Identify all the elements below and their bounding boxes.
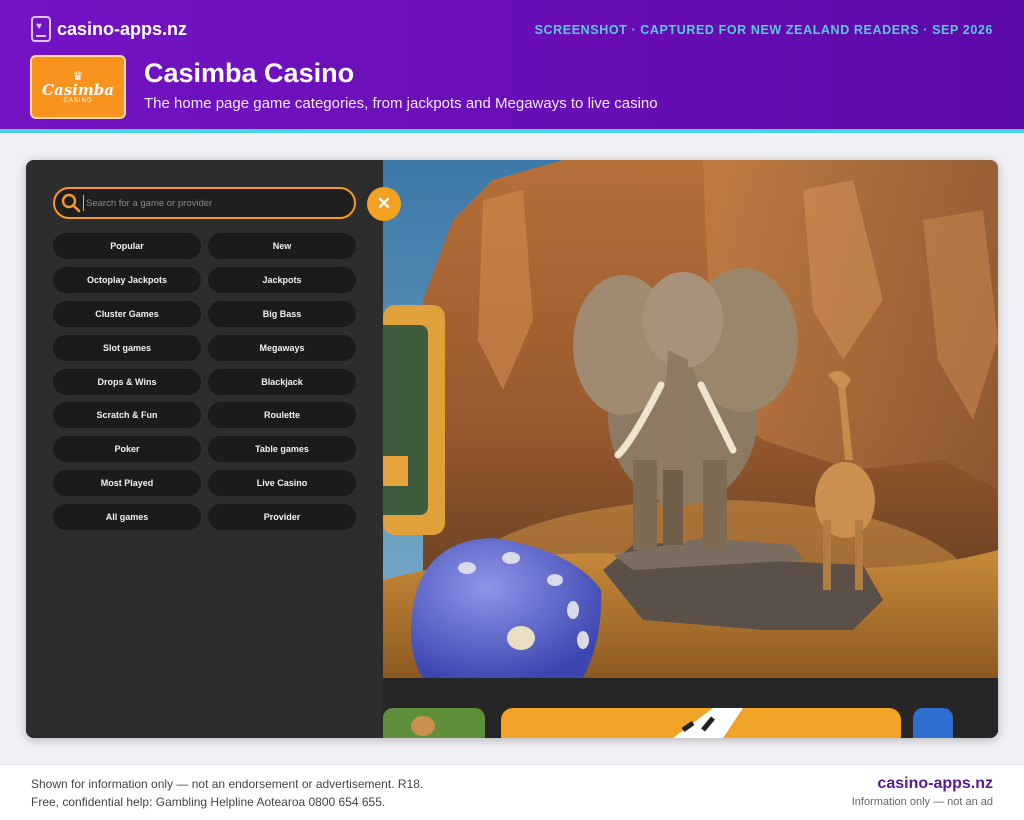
category-big-bass[interactable]: Big Bass [208, 301, 356, 327]
category-scratch-fun[interactable]: Scratch & Fun [53, 402, 201, 428]
phone-heart-icon: ♥ [31, 16, 51, 42]
category-all-games[interactable]: All games [53, 504, 201, 530]
category-drops-wins[interactable]: Drops & Wins [53, 369, 201, 395]
category-most-played[interactable]: Most Played [53, 470, 201, 496]
category-provider[interactable]: Provider [208, 504, 356, 530]
category-megaways[interactable]: Megaways [208, 335, 356, 361]
footer-tagline: Information only — not an ad [851, 796, 993, 808]
page-header: ♥ casino-apps.nz SCREENSHOT · CAPTURED F… [0, 0, 1024, 129]
page-subtitle: The home page game categories, from jack… [144, 95, 658, 112]
category-popular[interactable]: Popular [53, 233, 201, 259]
game-thumbnail-strip [383, 678, 998, 738]
site-brand[interactable]: ♥ casino-apps.nz [31, 16, 187, 42]
category-poker[interactable]: Poker [53, 436, 201, 462]
page-title: Casimba Casino [144, 58, 355, 88]
category-cluster-games[interactable]: Cluster Games [53, 301, 201, 327]
header-divider [0, 129, 1024, 133]
category-slot-games[interactable]: Slot games [53, 335, 201, 361]
category-roulette[interactable]: Roulette [208, 402, 356, 428]
site-name: casino-apps.nz [57, 18, 188, 39]
footer-disclaimer: Shown for information only — not an endo… [31, 777, 424, 791]
search-field[interactable] [53, 187, 356, 219]
logo-wordmark: Casimba [42, 81, 114, 99]
footer-site-name[interactable]: casino-apps.nz [877, 775, 993, 793]
category-blackjack[interactable]: Blackjack [208, 369, 356, 395]
game-artwork [383, 160, 998, 678]
category-new[interactable]: New [208, 233, 356, 259]
category-menu: Popular New Octoplay Jackpots Jackpots C… [26, 160, 383, 738]
casino-logo: ♛ Casimba CASINO [30, 55, 126, 119]
category-table-games[interactable]: Table games [208, 436, 356, 462]
category-octoplay-jackpots[interactable]: Octoplay Jackpots [53, 267, 201, 293]
category-jackpots[interactable]: Jackpots [208, 267, 356, 293]
search-input[interactable] [83, 195, 348, 211]
page-footer: Shown for information only — not an endo… [0, 764, 1024, 820]
category-live-casino[interactable]: Live Casino [208, 470, 356, 496]
logo-subtext: CASINO [63, 98, 93, 104]
search-icon [61, 193, 81, 213]
close-icon[interactable]: ✕ [367, 187, 401, 221]
footer-helpline: Free, confidential help: Gambling Helpli… [31, 795, 386, 809]
screenshot-card: Popular New Octoplay Jackpots Jackpots C… [26, 160, 998, 738]
capture-note: SCREENSHOT · CAPTURED FOR NEW ZEALAND RE… [534, 23, 993, 37]
